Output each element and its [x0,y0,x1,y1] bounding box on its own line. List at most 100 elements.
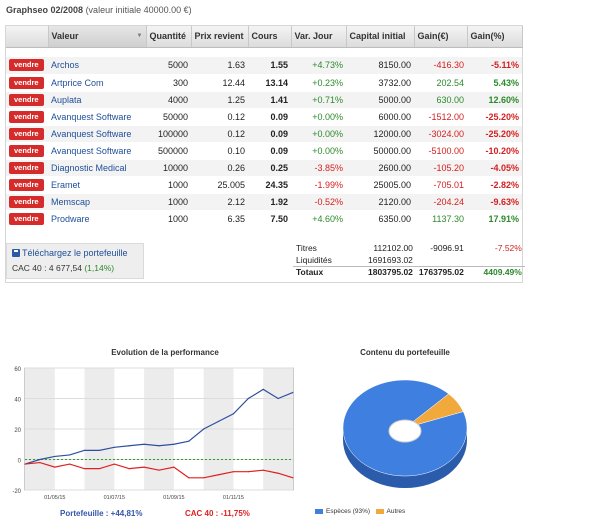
cell-capital: 25005.00 [346,176,414,194]
sell-button[interactable]: vendre [9,76,44,89]
y-tick-label: -20 [12,489,21,495]
cell-gain: -705.01 [414,176,467,194]
cell-var: +0.71% [291,91,346,109]
sell-button[interactable]: vendre [9,178,44,191]
cell-gain: -105.20 [414,159,467,177]
stock-name-link[interactable]: Archos [51,60,79,70]
sell-button-cell: vendre [6,159,48,177]
series-point [54,466,56,468]
sell-button[interactable]: vendre [9,195,44,208]
cell-capital: 50000.00 [346,142,414,160]
stock-name-link-cell: Avanquest Software [48,108,146,126]
stock-name-link[interactable]: Avanquest Software [51,146,131,156]
sell-button[interactable]: vendre [9,93,44,106]
sell-button[interactable]: vendre [9,127,44,140]
cell-gain: -5100.00 [414,142,467,160]
stock-name-link[interactable]: Memscap [51,197,90,207]
col-actions [6,26,49,48]
initial-value-note: (valeur initiale 40000.00 €) [85,5,192,15]
totals-row-liquidites: Liquidités 1691693.02 [296,254,413,265]
sell-button-cell: vendre [6,74,48,92]
download-box: Téléchargez le portefeuille CAC 40 : 4 6… [6,243,144,279]
series-point [143,443,145,445]
page-header: Graphseo 02/2008 (valeur initiale 40000.… [6,5,192,15]
col-capital-initial[interactable]: Capital initial [346,26,415,48]
stock-name-link[interactable]: Diagnostic Medical [51,163,127,173]
sell-button[interactable]: vendre [9,212,44,225]
cell-cost: 25.005 [191,176,248,194]
series-point [217,420,220,422]
sell-button[interactable]: vendre [9,144,44,157]
cell-var: +4.60% [291,210,346,228]
cac-change: (1,14%) [84,263,115,273]
col-cours[interactable]: Cours [248,26,292,48]
cell-capital: 3732.00 [346,74,414,92]
col-var-jour[interactable]: Var. Jour [291,26,347,48]
cell-gain: -1512.00 [414,108,467,126]
download-portfolio-link[interactable]: Téléchargez le portefeuille [12,248,138,258]
portfolio-title: Graphseo 02/2008 [6,5,84,15]
cac-value: 4 677,54 [48,263,82,273]
sell-button-cell: vendre [6,142,48,160]
cell-var: +0.00% [291,108,346,126]
sell-button-cell: vendre [6,57,48,75]
sell-button[interactable]: vendre [9,110,44,123]
cell-var: -0.52% [291,193,346,211]
series-point [128,468,130,470]
sort-arrow-icon[interactable]: ▼ [137,33,143,39]
series-point [262,469,264,471]
table-row: vendre Prodware 1000 6.35 7.50 +4.60% 6350.00 1… [6,210,522,228]
series-point [188,440,190,442]
cell-quantity: 1000 [146,193,191,211]
cell-capital: 2120.00 [346,193,414,211]
cell-gain: 202.54 [414,74,467,92]
cell-gain: -204.24 [414,193,467,211]
cell-quantity: 300 [146,74,191,92]
pie-legend: Espèces (93%) Autres [315,508,405,515]
sell-button[interactable]: vendre [9,59,44,72]
series-point [39,461,41,464]
legend-label-especes: Espèces (93%) [326,508,371,515]
cell-var: +0.23% [291,74,346,92]
col-valeur[interactable]: Valeur ▼ [48,26,147,48]
cell-gain-pct: -25.20% [467,125,522,143]
col-gain-eur[interactable]: Gain(€) [414,26,468,48]
performance-chart-title: Evolution de la performance [111,348,219,357]
sell-button-cell: vendre [6,176,48,194]
cell-capital: 5000.00 [346,91,414,109]
stock-name-link[interactable]: Avanquest Software [51,112,131,122]
cell-price: 0.09 [248,125,291,143]
cell-gain-pct: -25.20% [467,108,522,126]
cell-price: 1.55 [248,57,291,75]
series-point [98,449,101,451]
stock-name-link-cell: Auplata [48,91,146,109]
series-point [217,474,220,476]
portfolio-performance-label: Portefeuille : +44,81% [60,509,143,518]
cell-cost: 1.63 [191,57,248,75]
stock-name-link[interactable]: Prodware [51,214,90,224]
cell-gain: 1137.30 [414,210,467,228]
table-row: vendre Artprice Com 300 12.44 13.14 +0.23% 373… [6,74,522,92]
col-gain-pct[interactable]: Gain(%) [467,26,523,48]
table-header-row: Valeur ▼ Quantité Prix revient Cours Var.… [6,26,523,48]
series-point [24,463,26,465]
col-quantite[interactable]: Quantité [146,26,192,48]
col-prix-revient[interactable]: Prix revient [191,26,249,48]
table-spacer [6,47,522,57]
sell-button[interactable]: vendre [9,161,44,174]
cell-var: -1.99% [291,176,346,194]
stock-name-link[interactable]: Avanquest Software [51,129,131,139]
sell-button-cell: vendre [6,91,48,109]
series-point [143,466,145,468]
cell-capital: 12000.00 [346,125,414,143]
series-point [69,463,71,465]
series-point [247,471,249,473]
series-point [173,443,175,445]
sell-button-cell: vendre [6,193,48,211]
stock-name-link[interactable]: Auplata [51,95,82,105]
cell-price: 1.41 [248,91,291,109]
cell-var: -3.85% [291,159,346,177]
stock-name-link[interactable]: Artprice Com [51,78,104,88]
stock-name-link[interactable]: Eramet [51,180,80,190]
table-row: vendre Diagnostic Medical 10000 0.26 0.25 -3.… [6,159,522,177]
